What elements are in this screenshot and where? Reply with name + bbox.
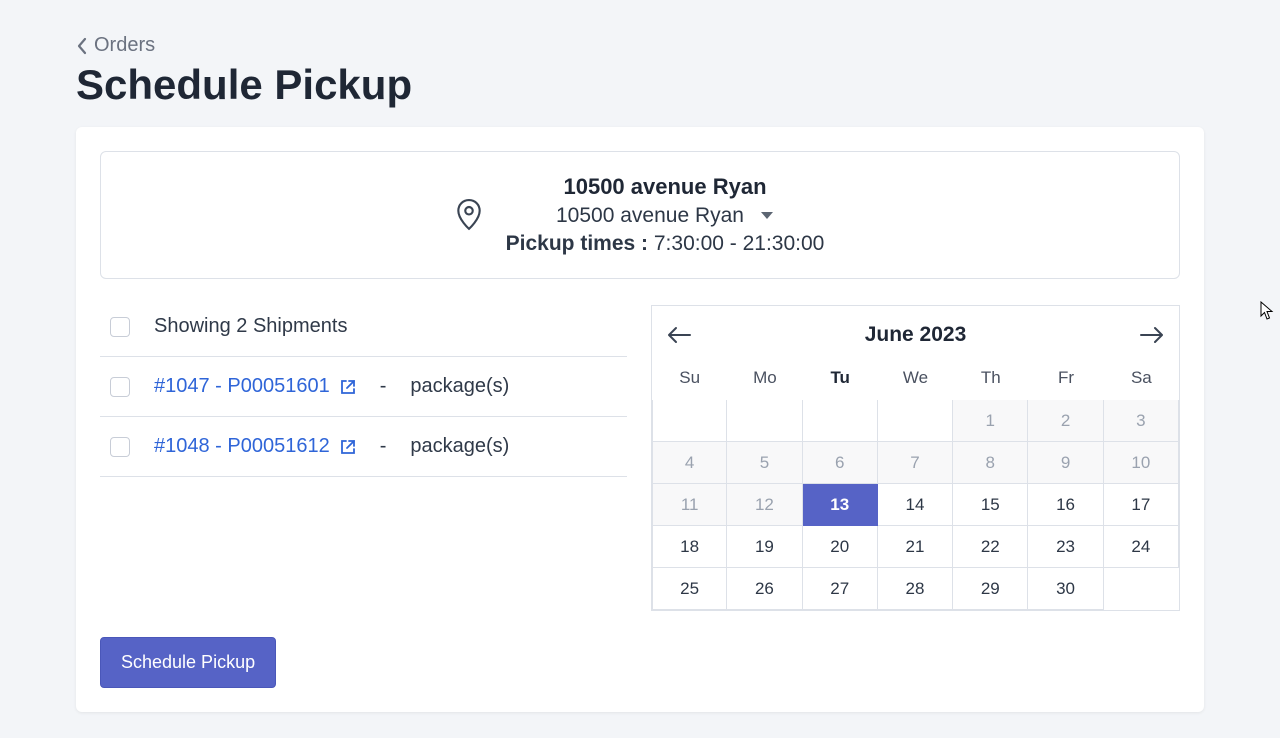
caret-down-icon[interactable] [760,211,774,221]
calendar-day [1104,568,1179,610]
pickup-times: Pickup times : 7:30:00 - 21:30:00 [506,230,825,258]
calendar-day [727,400,802,442]
address-selector[interactable]: 10500 avenue Ryan 10500 avenue Ryan Pick… [100,151,1180,279]
calendar-day[interactable]: 26 [727,568,802,610]
calendar-dow: We [878,358,953,400]
external-link-icon [340,439,356,455]
calendar-day[interactable]: 23 [1028,526,1103,568]
calendar-day: 9 [1028,442,1103,484]
shipments-count: Showing 2 Shipments [154,315,347,338]
calendar-day: 5 [727,442,802,484]
calendar-day: 12 [727,484,802,526]
shipment-dash: - [380,435,387,458]
address-subtitle: 10500 avenue Ryan [556,202,744,230]
calendar-day [878,400,953,442]
calendar-day: 10 [1104,442,1179,484]
calendar-day: 6 [803,442,878,484]
calendar-day[interactable]: 28 [878,568,953,610]
calendar-day[interactable]: 22 [953,526,1028,568]
calendar-day: 1 [953,400,1028,442]
shipment-link-text: #1047 - P00051601 [154,375,330,398]
calendar-day: 11 [652,484,727,526]
external-link-icon [340,379,356,395]
calendar-day[interactable]: 25 [652,568,727,610]
chevron-left-icon [76,37,88,55]
calendar-dow: Th [953,358,1028,400]
calendar-dow: Fr [1028,358,1103,400]
calendar-day[interactable]: 29 [953,568,1028,610]
calendar-day: 7 [878,442,953,484]
shipment-link-text: #1048 - P00051612 [154,435,330,458]
calendar-day[interactable]: 18 [652,526,727,568]
shipment-package-label: package(s) [410,435,509,458]
shipment-checkbox[interactable] [110,437,130,457]
address-title: 10500 avenue Ryan [563,172,766,202]
calendar-day[interactable]: 27 [803,568,878,610]
calendar-day[interactable]: 17 [1104,484,1179,526]
calendar-day [803,400,878,442]
shipments-panel: Showing 2 Shipments #1047 - P00051601-pa… [100,305,627,611]
select-all-checkbox[interactable] [110,317,130,337]
shipment-link[interactable]: #1048 - P00051612 [154,435,356,458]
shipments-header: Showing 2 Shipments [100,305,627,357]
calendar-dow: Tu [803,358,878,400]
shipment-dash: - [380,375,387,398]
breadcrumb-label: Orders [94,34,155,57]
pickup-times-label: Pickup times : [506,232,648,255]
calendar-day: 3 [1104,400,1179,442]
calendar-day: 8 [953,442,1028,484]
main-card: 10500 avenue Ryan 10500 avenue Ryan Pick… [76,127,1204,712]
calendar-day [652,400,727,442]
page-title: Schedule Pickup [76,61,1204,109]
schedule-pickup-button[interactable]: Schedule Pickup [100,637,276,688]
calendar-day[interactable]: 30 [1028,568,1103,610]
calendar: June 2023 SuMoTuWeThFrSa 123456789101112… [651,305,1180,611]
calendar-next-button[interactable] [1135,318,1169,352]
calendar-day[interactable]: 21 [878,526,953,568]
calendar-day: 4 [652,442,727,484]
calendar-day[interactable]: 13 [803,484,878,526]
calendar-dow: Sa [1104,358,1179,400]
map-pin-icon [456,199,482,231]
calendar-title: June 2023 [865,323,967,347]
calendar-dow: Mo [727,358,802,400]
shipment-link[interactable]: #1047 - P00051601 [154,375,356,398]
calendar-day: 2 [1028,400,1103,442]
calendar-day[interactable]: 19 [727,526,802,568]
calendar-day[interactable]: 15 [953,484,1028,526]
breadcrumb-orders[interactable]: Orders [76,34,1204,57]
calendar-dow: Su [652,358,727,400]
shipment-checkbox[interactable] [110,377,130,397]
calendar-day[interactable]: 20 [803,526,878,568]
shipment-package-label: package(s) [410,375,509,398]
calendar-day[interactable]: 24 [1104,526,1179,568]
calendar-day[interactable]: 14 [878,484,953,526]
shipment-row: #1047 - P00051601 -package(s) [100,357,627,417]
calendar-prev-button[interactable] [662,318,696,352]
shipment-row: #1048 - P00051612 -package(s) [100,417,627,477]
pickup-times-value: 7:30:00 - 21:30:00 [654,232,824,255]
calendar-day[interactable]: 16 [1028,484,1103,526]
